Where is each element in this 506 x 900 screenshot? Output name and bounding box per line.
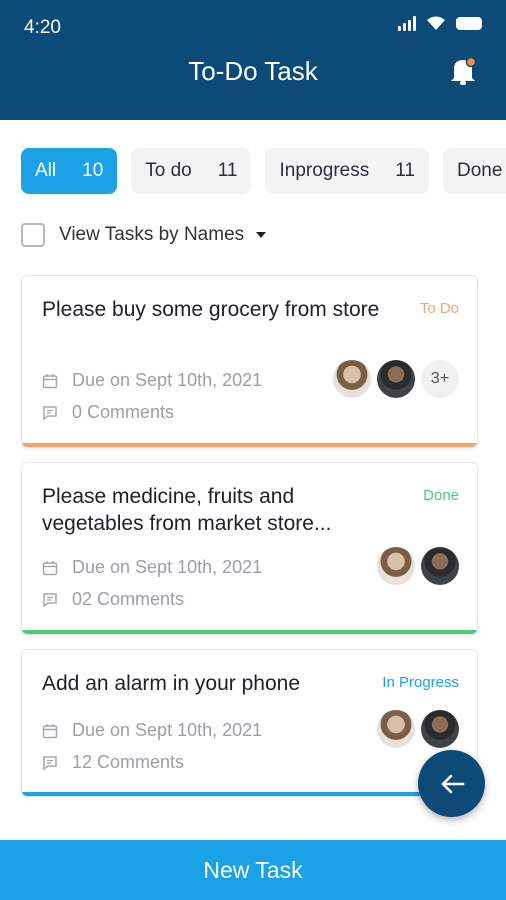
assignee-avatars (377, 710, 459, 748)
signal-icon (398, 15, 416, 31)
task-title: Please medicine, fruits and vegetables f… (42, 485, 332, 535)
filter-all[interactable]: All 10 (21, 148, 118, 194)
due-text: Due on Sept 10th, 2021 (72, 720, 263, 740)
view-by-names-label: View Tasks by Names (59, 224, 245, 245)
task-due-date: Due on Sept 10th, 2021 (42, 720, 262, 741)
avatar (377, 360, 415, 398)
status-bar: 4:20 (0, 0, 506, 52)
calendar-icon (42, 723, 58, 738)
task-status-badge: Done (423, 487, 459, 504)
status-bar-done (22, 630, 477, 634)
filter-inprogress[interactable]: Inprogress 11 (265, 148, 429, 194)
assignee-avatars: 3+ (333, 360, 459, 398)
filter-tabs: All 10 To do 11 Inprogress 11 Done (21, 148, 506, 194)
task-title: Add an alarm in your phone (42, 672, 300, 695)
avatar (421, 710, 459, 748)
due-text: Due on Sept 10th, 2021 (72, 370, 263, 390)
task-comments: 0 Comments (42, 402, 174, 423)
wifi-icon (427, 16, 445, 30)
calendar-icon (42, 373, 58, 388)
calendar-icon (42, 560, 58, 575)
assignee-avatars (377, 547, 459, 585)
filter-label: To do (145, 160, 192, 181)
view-by-names-checkbox[interactable] (21, 223, 45, 247)
comment-icon (43, 405, 57, 420)
status-bar-todo (22, 443, 477, 447)
task-card[interactable]: Please buy some grocery from store To Do… (21, 275, 478, 448)
chevron-down-icon[interactable] (256, 232, 267, 238)
page-title: To-Do Task (188, 56, 318, 86)
comment-icon (43, 592, 57, 607)
comments-text: 12 Comments (72, 752, 185, 772)
task-comments: 12 Comments (42, 752, 184, 773)
filter-count: 10 (82, 160, 104, 181)
filter-count: 11 (395, 160, 415, 181)
filter-label: Done (457, 160, 503, 181)
task-card[interactable]: Please medicine, fruits and vegetables f… (21, 462, 478, 635)
app-header: 4:20 To-Do Task (0, 0, 506, 120)
task-due-date: Due on Sept 10th, 2021 (42, 557, 262, 578)
more-assignees-badge[interactable]: 3+ (421, 360, 459, 398)
new-task-button[interactable]: New Task (0, 840, 506, 900)
arrow-left-icon (441, 774, 464, 793)
comments-text: 02 Comments (72, 589, 185, 609)
filter-done[interactable]: Done (443, 148, 506, 194)
task-status-badge: To Do (419, 300, 459, 317)
status-bar-inprogress (22, 792, 477, 796)
filter-count: 11 (217, 160, 238, 181)
filter-label: Inprogress (279, 160, 370, 181)
view-tasks-by-names[interactable]: View Tasks by Names (21, 223, 267, 247)
avatar (377, 547, 415, 585)
new-task-label: New Task (203, 856, 303, 883)
battery-icon (456, 16, 482, 30)
due-text: Due on Sept 10th, 2021 (72, 557, 263, 577)
avatar (421, 547, 459, 585)
back-fab-button[interactable] (418, 750, 485, 817)
status-time: 4:20 (24, 17, 61, 38)
task-status-badge: In Progress (382, 674, 459, 691)
task-card[interactable]: Add an alarm in your phone In Progress D… (21, 649, 478, 797)
filter-todo[interactable]: To do 11 (131, 148, 252, 194)
task-title: Please buy some grocery from store (42, 298, 380, 321)
avatar (333, 360, 371, 398)
status-icons (398, 15, 482, 31)
comment-icon (43, 755, 57, 770)
filter-label: All (35, 160, 57, 181)
task-comments: 02 Comments (42, 589, 184, 610)
task-due-date: Due on Sept 10th, 2021 (42, 370, 262, 391)
comments-text: 0 Comments (72, 402, 175, 422)
avatar (377, 710, 415, 748)
bell-icon[interactable] (450, 56, 476, 86)
